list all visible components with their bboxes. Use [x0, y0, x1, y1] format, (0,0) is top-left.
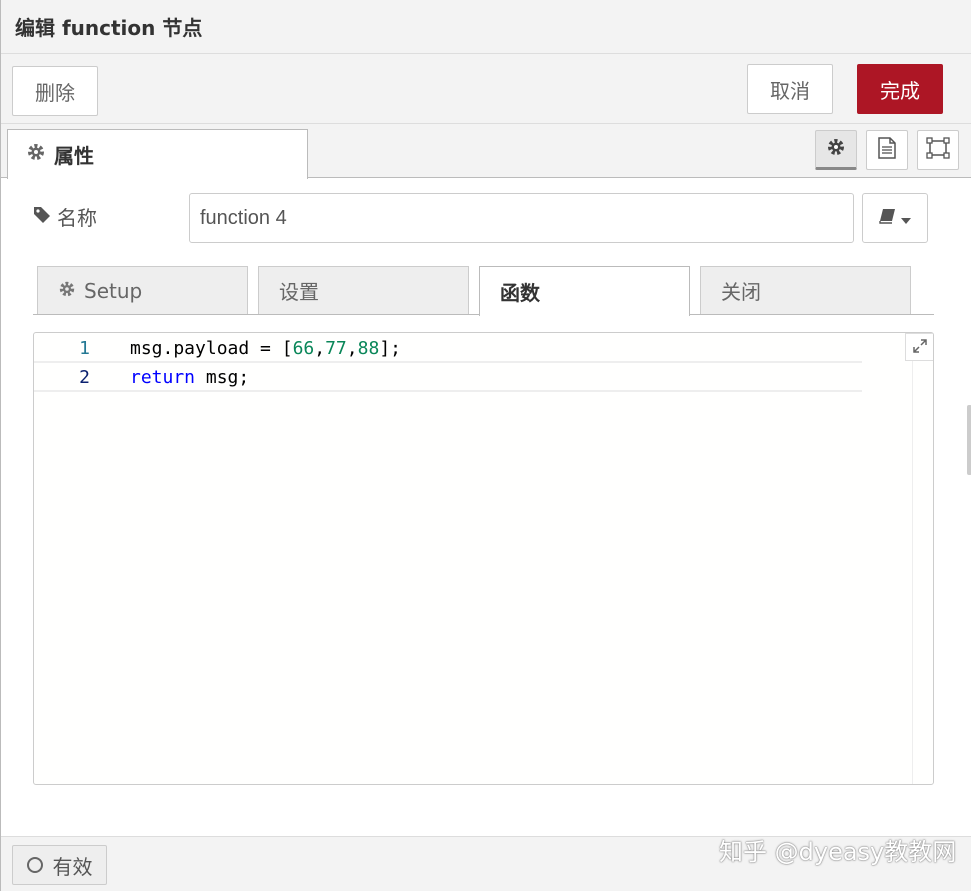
done-button[interactable]: 完成 — [857, 64, 943, 114]
document-icon — [878, 137, 896, 163]
tray-scrollbar[interactable] — [967, 405, 971, 475]
tab-on-stop-label: 关闭 — [721, 280, 761, 304]
enable-toggle[interactable]: 有效 — [12, 845, 107, 885]
tag-icon — [33, 205, 51, 229]
tab-properties-label: 属性 — [54, 144, 94, 168]
code-text: return msg; — [130, 366, 250, 388]
node-description-button[interactable] — [866, 130, 908, 170]
enable-toggle-label: 有效 — [52, 854, 93, 879]
code-line[interactable]: 1 msg.payload = [66,77,88]; — [34, 335, 862, 363]
edit-dialog: 编辑 function 节点 删除 取消 完成 属性 名称 function 4… — [0, 0, 971, 891]
book-icon — [879, 208, 897, 228]
code-line[interactable]: 2 return msg; — [34, 364, 862, 392]
function-subtabs: Setup 设置 函数 关闭 — [33, 265, 934, 316]
frame-icon — [926, 137, 950, 163]
name-input[interactable] — [189, 193, 854, 243]
line-number: 1 — [79, 337, 90, 359]
delete-button[interactable]: 删除 — [12, 66, 98, 116]
node-appearance-button[interactable] — [917, 130, 959, 170]
expand-icon — [913, 338, 927, 357]
gear-icon — [826, 137, 846, 161]
tab-setup[interactable]: Setup — [37, 266, 248, 314]
line-number: 2 — [79, 366, 90, 388]
gear-icon — [26, 142, 46, 167]
dialog-toolbar: 删除 取消 完成 — [1, 54, 971, 124]
watermark-text: 知乎 @dyeasy教教网 — [719, 838, 957, 866]
tab-on-message[interactable]: 函数 — [479, 266, 690, 316]
tab-on-message-label: 函数 — [500, 281, 540, 305]
editor-minimap[interactable] — [912, 333, 933, 784]
circle-icon — [26, 857, 43, 873]
dialog-header: 编辑 function 节点 — [1, 0, 971, 54]
name-label: 名称 — [33, 202, 97, 231]
tab-on-stop[interactable]: 关闭 — [700, 266, 911, 314]
code-editor[interactable]: 1 msg.payload = [66,77,88]; 2 return msg… — [33, 332, 934, 785]
tab-properties[interactable]: 属性 — [7, 129, 308, 179]
name-row: 名称 — [1, 190, 971, 246]
library-button[interactable] — [862, 193, 928, 243]
cancel-button[interactable]: 取消 — [747, 64, 833, 114]
caret-down-icon — [901, 209, 911, 228]
tab-on-start-label: 设置 — [279, 280, 319, 304]
expand-editor-button[interactable] — [905, 333, 933, 361]
tab-on-start[interactable]: 设置 — [258, 266, 469, 314]
node-settings-button[interactable] — [815, 130, 857, 170]
properties-tabbar: 属性 — [1, 124, 971, 179]
tab-setup-label: Setup — [84, 278, 143, 303]
code-text: msg.payload = [66,77,88]; — [130, 337, 401, 359]
name-label-text: 名称 — [57, 206, 97, 230]
dialog-title: 编辑 function 节点 — [15, 16, 203, 40]
gear-icon — [58, 279, 76, 303]
